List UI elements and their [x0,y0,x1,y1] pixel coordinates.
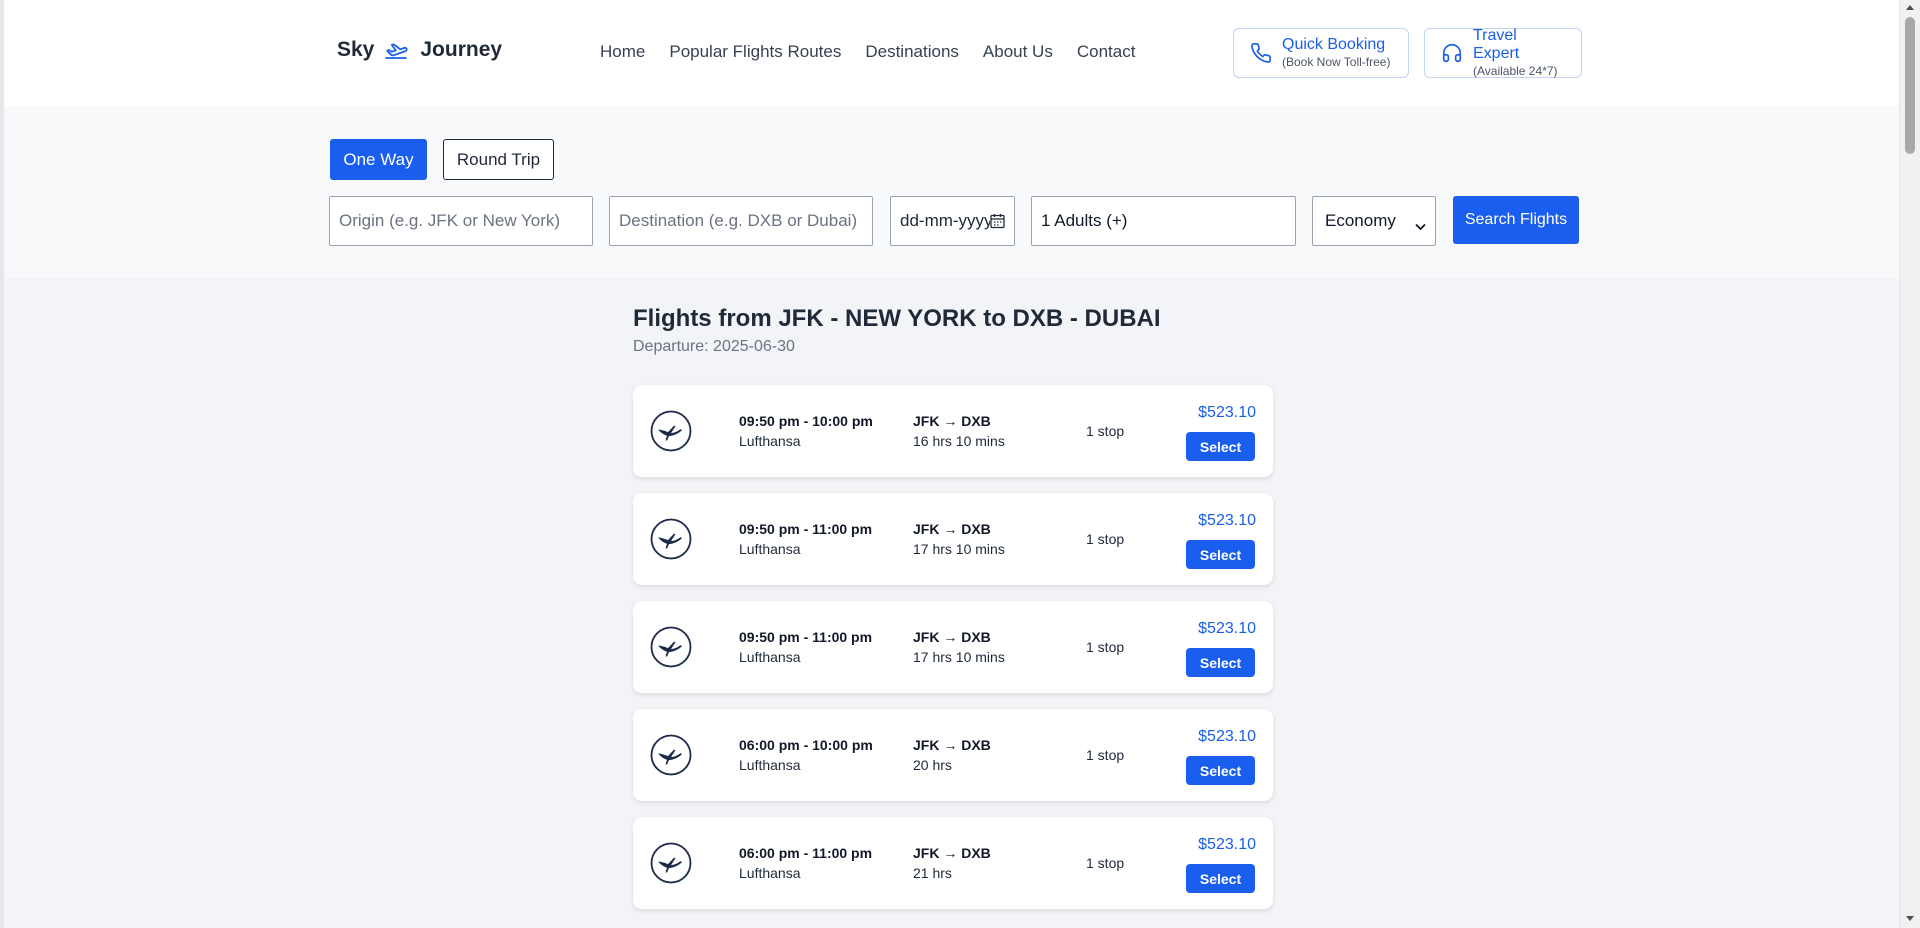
calendar-icon[interactable] [990,213,1005,229]
departure-date-input[interactable]: dd-mm-yyyy [890,196,1015,246]
scroll-down-arrow-icon[interactable] [1906,916,1914,921]
flight-search-panel: One Way Round Trip Origin (e.g. JFK or N… [4,106,1899,278]
lufthansa-crane-icon [650,842,692,884]
flight-route: JFK → DXB [913,413,991,429]
logo-text-journey: Journey [420,38,503,61]
select-flight-button[interactable]: Select [1186,864,1255,893]
lufthansa-crane-icon [650,518,692,560]
travel-expert-button[interactable]: Travel Expert (Available 24*7) [1424,27,1582,78]
flight-duration: 20 hrs [913,757,952,773]
flight-stops: 1 stop [1086,423,1125,439]
airline-name: Lufthansa [739,757,801,773]
phone-icon [1250,42,1272,64]
select-flight-button[interactable]: Select [1186,648,1255,677]
flight-card: 09:50 pm - 11:00 pm Lufthansa JFK → DXB … [633,601,1273,693]
flight-duration: 21 hrs [913,865,952,881]
scrollbar-thumb[interactable] [1905,17,1915,154]
plane-takeoff-icon [384,39,410,61]
passengers-input[interactable]: 1 Adults (+) [1031,196,1296,246]
flight-times: 09:50 pm - 11:00 pm [739,521,873,537]
flight-card: 09:50 pm - 10:00 pm Lufthansa JFK → DXB … [633,385,1273,477]
origin-input[interactable]: Origin (e.g. JFK or New York) [329,196,593,246]
nav-about-us[interactable]: About Us [983,42,1053,62]
flight-stops: 1 stop [1086,747,1125,763]
scroll-up-arrow-icon[interactable] [1906,5,1914,10]
departure-date-label: Departure: 2025-06-30 [633,338,795,355]
flight-price: $523.10 [1198,620,1256,637]
flight-card: 09:50 pm - 11:00 pm Lufthansa JFK → DXB … [633,493,1273,585]
flight-times: 09:50 pm - 11:00 pm [739,629,873,645]
travel-expert-subtitle: (Available 24*7) [1473,64,1558,78]
flight-route: JFK → DXB [913,737,991,753]
flight-card: 06:00 pm - 11:00 pm Lufthansa JFK → DXB … [633,817,1273,909]
lufthansa-crane-icon [650,410,692,452]
quick-booking-subtitle: (Book Now Toll-free) [1282,55,1391,69]
results-title: Flights from JFK - NEW YORK to DXB - DUB… [633,305,1161,332]
date-placeholder: dd-mm-yyyy [900,211,990,230]
flight-price: $523.10 [1198,728,1256,745]
flight-route: JFK → DXB [913,845,991,861]
headset-icon [1441,42,1463,64]
one-way-button[interactable]: One Way [330,139,427,180]
airline-name: Lufthansa [739,865,801,881]
lufthansa-crane-icon [650,734,692,776]
travel-expert-title: Travel Expert [1473,27,1520,62]
flight-price: $523.10 [1198,836,1256,853]
select-flight-button[interactable]: Select [1186,756,1255,785]
flight-route: JFK → DXB [913,629,991,645]
site-logo[interactable]: Sky Journey [337,38,502,62]
logo-text-sky: Sky [337,38,375,61]
page-scrollbar[interactable] [1899,0,1920,928]
nav-home[interactable]: Home [600,42,645,62]
cabin-class-value: Economy [1325,211,1396,230]
flight-stops: 1 stop [1086,531,1125,547]
airline-name: Lufthansa [739,541,801,557]
airline-name: Lufthansa [739,433,801,449]
nav-popular-routes[interactable]: Popular Flights Routes [669,42,841,62]
flight-duration: 17 hrs 10 mins [913,541,1005,557]
select-flight-button[interactable]: Select [1186,540,1255,569]
quick-booking-button[interactable]: Quick Booking (Book Now Toll-free) [1233,28,1409,78]
flight-stops: 1 stop [1086,855,1125,871]
flight-price: $523.10 [1198,512,1256,529]
destination-input[interactable]: Destination (e.g. DXB or Dubai) [609,196,873,246]
site-header: Sky Journey Home Popular Flights Routes … [4,0,1899,106]
flight-times: 09:50 pm - 10:00 pm [739,413,873,429]
nav-destinations[interactable]: Destinations [865,42,959,62]
flight-price: $523.10 [1198,404,1256,421]
flight-duration: 16 hrs 10 mins [913,433,1005,449]
nav-contact[interactable]: Contact [1077,42,1136,62]
page: Sky Journey Home Popular Flights Routes … [0,0,1899,928]
chevron-down-icon [1415,216,1426,231]
quick-booking-title: Quick Booking [1282,36,1386,53]
flight-stops: 1 stop [1086,639,1125,655]
flight-times: 06:00 pm - 10:00 pm [739,737,873,753]
flight-route: JFK → DXB [913,521,991,537]
flight-times: 06:00 pm - 11:00 pm [739,845,873,861]
airline-name: Lufthansa [739,649,801,665]
main-nav: Home Popular Flights Routes Destinations… [600,42,1159,62]
search-flights-button[interactable]: Search Flights [1453,196,1579,244]
cabin-class-select[interactable]: Economy [1312,196,1436,246]
flight-card: 06:00 pm - 10:00 pm Lufthansa JFK → DXB … [633,709,1273,801]
select-flight-button[interactable]: Select [1186,432,1255,461]
flight-duration: 17 hrs 10 mins [913,649,1005,665]
round-trip-button[interactable]: Round Trip [443,139,554,180]
lufthansa-crane-icon [650,626,692,668]
